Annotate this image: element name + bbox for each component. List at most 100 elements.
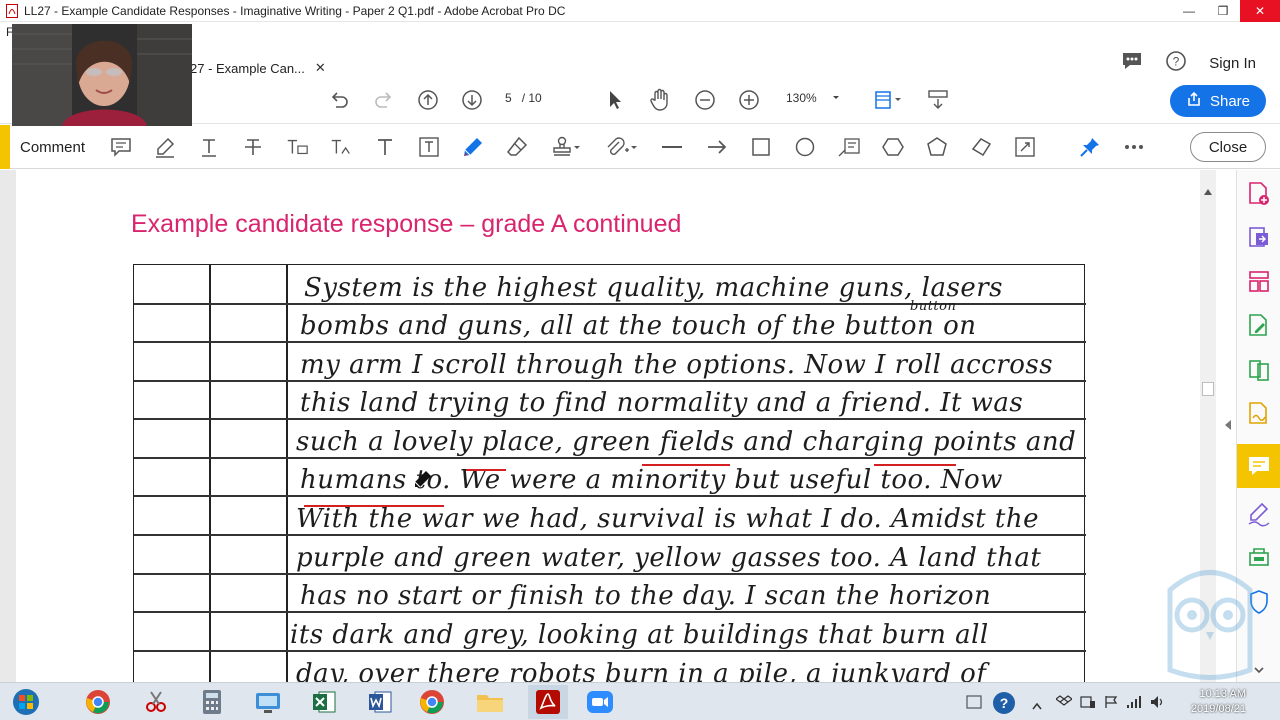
- tab-close-button[interactable]: ✕: [315, 60, 326, 76]
- stamp-icon[interactable]: [551, 135, 583, 159]
- sticky-note-icon[interactable]: [109, 135, 133, 159]
- drawing-group-icon[interactable]: [1013, 135, 1037, 159]
- cloud-tool-icon[interactable]: [925, 135, 949, 159]
- scrollbar-thumb[interactable]: [1202, 382, 1214, 396]
- tray-volume-icon[interactable]: [1150, 695, 1166, 714]
- pin-toolbar-icon[interactable]: [1078, 135, 1102, 159]
- share-button[interactable]: Share: [1170, 85, 1266, 117]
- close-window-button[interactable]: ✕: [1240, 0, 1280, 22]
- text-box-icon[interactable]: [417, 135, 441, 159]
- page-fit-icon[interactable]: [872, 88, 902, 112]
- red-underline-annotation: [466, 469, 506, 471]
- document-viewport[interactable]: Example candidate response – grade A con…: [0, 170, 1216, 682]
- pencil-cursor-icon: [414, 470, 432, 493]
- clock-time: 10:13 AM: [1199, 688, 1246, 700]
- tray-network-icon[interactable]: [1126, 695, 1142, 714]
- underline-text-icon[interactable]: [197, 135, 221, 159]
- help-icon[interactable]: ?: [1165, 50, 1187, 77]
- acrobat-taskbar-icon[interactable]: [528, 685, 568, 719]
- tray-help-icon[interactable]: ?: [992, 691, 1016, 720]
- red-underline-annotation: [304, 505, 444, 507]
- maximize-button[interactable]: ❒: [1206, 0, 1240, 22]
- network-drive-taskbar-icon[interactable]: [252, 687, 284, 717]
- comment-tool-icon[interactable]: [1245, 452, 1273, 480]
- tray-expand-icon[interactable]: [1032, 697, 1042, 715]
- system-clock[interactable]: 10:13 AM 2019/08/21: [1191, 687, 1246, 717]
- page-number-input[interactable]: 5: [505, 91, 512, 105]
- share-label: Share: [1209, 92, 1251, 110]
- organize-pages-icon[interactable]: [1245, 268, 1273, 296]
- pencil-draw-icon[interactable]: [461, 135, 485, 159]
- scroll-up-icon[interactable]: [1204, 182, 1212, 200]
- line-tool-icon[interactable]: [660, 135, 684, 159]
- close-comment-tool-button[interactable]: Close: [1190, 132, 1266, 162]
- excel-taskbar-icon[interactable]: [308, 687, 340, 717]
- red-underline-annotation: [874, 464, 956, 466]
- next-page-icon[interactable]: [461, 88, 483, 112]
- comment-tool-label: Comment: [20, 139, 86, 156]
- more-options-icon[interactable]: [1122, 135, 1146, 159]
- fill-and-sign-icon[interactable]: [1245, 500, 1273, 528]
- select-pointer-icon[interactable]: [606, 88, 624, 112]
- scroll-mode-icon[interactable]: [926, 88, 950, 112]
- tab-bar: F 27 - Example Can... ✕ ? Sign In: [0, 22, 1280, 76]
- request-signatures-icon[interactable]: [1245, 400, 1273, 428]
- ruled-line: [134, 495, 1086, 497]
- handwritten-line: this land trying to find normality and a…: [300, 388, 1024, 418]
- webcam-overlay: [12, 24, 192, 126]
- highlight-text-icon[interactable]: [153, 135, 177, 159]
- edit-pdf-icon[interactable]: [1245, 312, 1273, 340]
- ruled-line: [134, 650, 1086, 652]
- calculator-taskbar-icon[interactable]: [196, 687, 228, 717]
- page-indicator: 5 / 10: [505, 91, 542, 105]
- zoom-taskbar-icon[interactable]: [584, 687, 616, 717]
- chrome-second-taskbar-icon[interactable]: [416, 687, 448, 717]
- handwritten-line: my arm I scroll through the options. Now…: [300, 350, 1054, 380]
- handwritten-line: purple and green water, yellow gasses to…: [296, 543, 1042, 573]
- ruled-line: [134, 573, 1086, 575]
- page-heading: Example candidate response – grade A con…: [131, 210, 682, 238]
- panel-collapse-icon[interactable]: [1223, 418, 1233, 436]
- create-pdf-icon[interactable]: [1245, 180, 1273, 208]
- attach-file-icon[interactable]: [605, 135, 637, 159]
- redo-icon[interactable]: [373, 88, 395, 112]
- export-pdf-icon[interactable]: [1245, 224, 1273, 252]
- start-button-icon[interactable]: [10, 687, 42, 717]
- comments-icon[interactable]: [1121, 51, 1143, 76]
- polygon-tool-icon[interactable]: [881, 135, 905, 159]
- red-underline-annotation: [642, 464, 730, 466]
- windows-taskbar: ? 10:13 AM 2019/08/21: [0, 682, 1280, 720]
- snipping-tool-taskbar-icon[interactable]: [140, 687, 172, 717]
- handwritten-line: humans to. We were a minority but useful…: [300, 465, 1003, 495]
- minimize-button[interactable]: —: [1172, 0, 1206, 22]
- combine-files-icon[interactable]: [1245, 356, 1273, 384]
- oval-tool-icon[interactable]: [793, 135, 817, 159]
- file-explorer-taskbar-icon[interactable]: [474, 687, 506, 717]
- undo-icon[interactable]: [328, 88, 350, 112]
- add-text-icon[interactable]: [373, 135, 397, 159]
- tray-dropbox-icon[interactable]: [1055, 695, 1073, 714]
- strikethrough-text-icon[interactable]: [241, 135, 265, 159]
- rectangle-tool-icon[interactable]: [749, 135, 773, 159]
- zoom-in-icon[interactable]: [738, 88, 760, 112]
- polygon-line-icon[interactable]: [969, 135, 993, 159]
- comment-toolbar: Comment: [0, 125, 1280, 169]
- zoom-out-icon[interactable]: [694, 88, 716, 112]
- text-callout-icon[interactable]: [837, 135, 861, 159]
- tray-devices-icon[interactable]: [1080, 695, 1096, 714]
- arrow-tool-icon[interactable]: [705, 135, 729, 159]
- eraser-icon[interactable]: [505, 135, 529, 159]
- chrome-taskbar-icon[interactable]: [82, 687, 114, 717]
- zoom-value: 130%: [786, 91, 817, 105]
- document-tab[interactable]: 27 - Example Can... ✕: [190, 60, 326, 76]
- zoom-select[interactable]: 130%: [786, 91, 841, 105]
- ruled-line: [134, 611, 1086, 613]
- word-taskbar-icon[interactable]: [364, 687, 396, 717]
- tray-show-desktop-icon[interactable]: [966, 695, 982, 714]
- previous-page-icon[interactable]: [417, 88, 439, 112]
- sign-in-link[interactable]: Sign In: [1209, 55, 1256, 72]
- tray-flag-icon[interactable]: [1104, 695, 1118, 714]
- insert-text-icon[interactable]: [329, 135, 353, 159]
- hand-tool-icon[interactable]: [649, 88, 671, 112]
- replace-text-icon[interactable]: [285, 135, 309, 159]
